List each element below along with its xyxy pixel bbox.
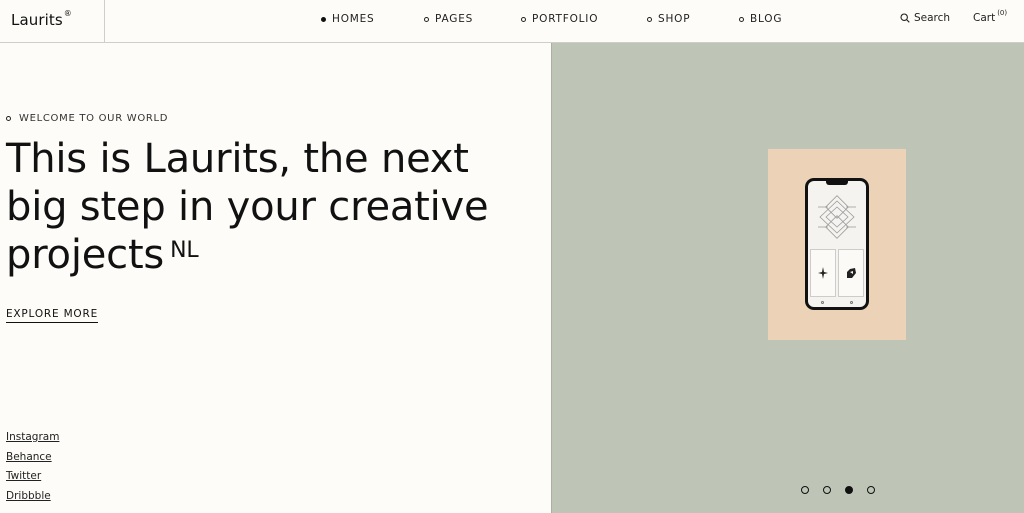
hero-image-panel [551,43,1024,513]
hero-eyebrow: WELCOME TO OUR WORLD [6,113,168,124]
page: Laurits® HOMES PAGES PORTFOLIO SHOP BLOG… [0,0,1024,513]
headline-line-3: projects [6,232,165,278]
social-link-twitter[interactable]: Twitter [6,467,59,487]
social-link-instagram[interactable]: Instagram [6,428,59,448]
cart-button[interactable]: Cart (0) [973,9,1008,24]
slide-dot-1[interactable] [801,486,809,494]
abstract-pattern-icon [818,195,856,239]
nav-item-shop[interactable]: SHOP [647,13,690,25]
slide-dot-4[interactable] [867,486,875,494]
bullet-dot-icon [6,116,11,121]
bullet-dot-icon [424,16,429,22]
headline-line-1: This is Laurits, the next [6,136,469,182]
hero-section: WELCOME TO OUR WORLD This is Laurits, th… [0,43,551,513]
nav-item-label: HOMES [332,13,375,25]
nav-item-label: SHOP [658,13,691,25]
sparkle-icon [818,267,828,279]
cart-count: (0) [997,9,1008,17]
social-links: Instagram Behance Twitter Dribbble [6,428,59,506]
bullet-dot-icon [321,16,326,22]
nav-item-portfolio[interactable]: PORTFOLIO [521,13,598,25]
nav-item-label: PORTFOLIO [532,13,599,25]
eyebrow-text: WELCOME TO OUR WORLD [19,113,169,124]
search-label: Search [914,12,951,24]
phone-tiles [810,249,864,297]
explore-more-link[interactable]: EXPLORE MORE [6,308,99,323]
site-logo[interactable]: Laurits® [11,9,72,29]
bullet-dot-icon [521,16,526,22]
hero-headline: This is Laurits, the next big step in yo… [6,135,526,279]
phone-tile [838,249,864,297]
search-button[interactable]: Search [900,12,950,24]
dot-icon [821,301,824,304]
headline-line-2: big step in your creative [6,184,489,230]
phone-footer [808,301,866,304]
cart-label: Cart [973,12,996,24]
slider-pagination [801,486,875,494]
slide-dot-3[interactable] [845,486,853,494]
hand-icon [847,268,856,278]
bullet-dot-icon [739,16,744,22]
logo-mark: ® [63,9,72,18]
search-icon [900,13,910,23]
logo-text: Laurits [11,11,63,29]
phone-screen [808,181,866,307]
nav-item-label: BLOG [750,13,783,25]
bullet-dot-icon [647,16,652,22]
product-card-image [768,149,906,340]
nav-item-pages[interactable]: PAGES [424,13,473,25]
nav-item-homes[interactable]: HOMES [321,13,375,25]
phone-notch [826,181,848,185]
phone-mockup [805,178,869,310]
slide-dot-2[interactable] [823,486,831,494]
nav-item-blog[interactable]: BLOG [739,13,782,25]
site-header: Laurits® HOMES PAGES PORTFOLIO SHOP BLOG… [0,0,1024,43]
headline-superscript: NL [170,238,199,263]
logo-box: Laurits® [0,0,105,43]
nav-item-label: PAGES [435,13,474,25]
social-link-behance[interactable]: Behance [6,448,59,468]
phone-tile [810,249,836,297]
dot-icon [850,301,853,304]
social-link-dribbble[interactable]: Dribbble [6,487,59,507]
